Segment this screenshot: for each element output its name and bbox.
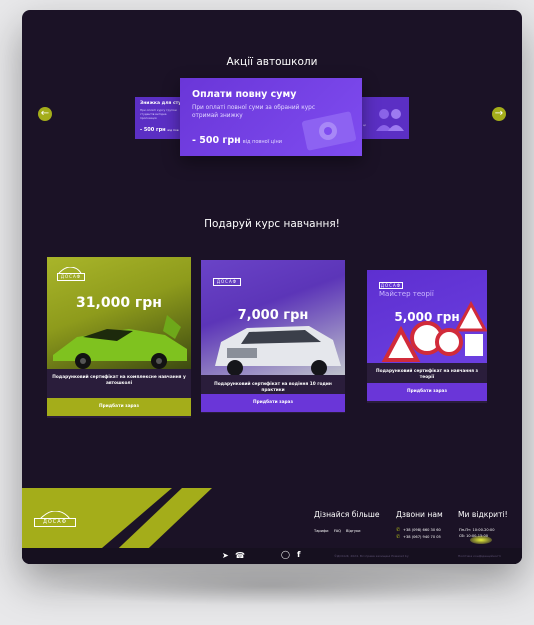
telegram-icon[interactable]: ➤ (222, 551, 229, 560)
footer-link-faq[interactable]: FAQ (334, 529, 341, 533)
gift-card-2-price: 7,000 грн (237, 308, 309, 323)
highlight-glow (470, 536, 492, 544)
viber-icon[interactable]: ☎ (235, 551, 245, 560)
phone-icon: ✆ (396, 527, 401, 533)
page-shadow (40, 566, 500, 606)
privacy-policy-link[interactable]: Політика конфіденційності (458, 554, 501, 558)
promo-main-price: - 500 грн (192, 135, 241, 146)
facebook-icon[interactable]: f (297, 550, 300, 559)
dosaaf-logo: ДОСАФ (213, 278, 241, 286)
users-icon (376, 109, 404, 131)
chevron-left-icon: ← (40, 108, 50, 119)
phone-1[interactable]: +38 (098) 660 30 60 (403, 528, 441, 532)
copyright-text: ©ДОСАФ, 2024. Всі права захищені Powered… (334, 554, 409, 558)
sports-car-image: ДОСАФ (47, 257, 191, 369)
gift-card-1[interactable]: ДОСАФ 31,000 грн Подарунковий сертифікат… (47, 257, 191, 418)
phone-icon: ✆ (396, 534, 401, 540)
promo-left-desc: При оплаті курсу групою студентів вигідн… (140, 108, 177, 120)
promo-left-title: Знижка для сту (140, 101, 182, 106)
car-logo-icon (58, 267, 82, 273)
open-hours-title: Ми відкриті! (458, 510, 508, 519)
footer-logo[interactable]: ДОСАФ (34, 518, 76, 527)
dosaaf-logo: ДОСАФ (57, 273, 85, 281)
footer-car-icon (39, 511, 71, 519)
prev-promo-button[interactable]: ← (38, 107, 52, 121)
gift-card-1-caption: Подарунковий сертифікат на комплексне на… (52, 375, 186, 386)
promo-right-desc: ці (363, 123, 366, 127)
next-promo-button[interactable]: → (492, 107, 506, 121)
instagram-icon[interactable]: ◯ (281, 550, 290, 559)
hours-weekdays: Пн-Пт: 10:00-20:00 (459, 528, 495, 532)
dosaaf-logo: ДОСАФ (379, 282, 403, 289)
gift-card-1-price: 31,000 грн (76, 295, 162, 311)
gift-card-3-overlay: Майстер теорії (379, 290, 434, 298)
gift-card-2-caption: Подарунковий сертифікат на водіння 10 го… (214, 382, 332, 393)
gift-card-1-buy-button[interactable]: Придбати зараз (47, 398, 191, 416)
footer-link-reviews[interactable]: Відгуки (346, 529, 360, 533)
money-icon (301, 111, 357, 151)
phone-2[interactable]: +38 (067) 940 70 05 (403, 535, 441, 539)
chevron-right-icon: → (494, 108, 504, 119)
gift-card-2-buy-button[interactable]: Придбати зараз (201, 394, 345, 412)
footer-bottom-bar: ➤ ☎ ◯ f ©ДОСАФ, 2024. Всі права захищені… (22, 548, 522, 564)
promo-card-right[interactable]: ці (360, 97, 409, 139)
learn-more-title: Дізнайся більше (314, 510, 380, 519)
promo-left-price-suffix: від пов (167, 128, 179, 132)
gift-card-3-buy-button[interactable]: Придбати зараз (367, 383, 487, 401)
promo-card-left[interactable]: Знижка для сту При оплаті курсу групою с… (135, 97, 183, 139)
promo-left-price: - 500 грн (140, 127, 166, 133)
gift-title: Подаруй курс навчання! (204, 218, 340, 230)
promos-title: Акції автошколи (226, 56, 318, 68)
lambo-illustration (53, 315, 187, 369)
promo-card-main[interactable]: Оплати повну суму При оплаті повної суми… (180, 78, 362, 156)
browser-frame: Акції автошколи ← → Знижка для сту При о… (22, 10, 522, 564)
promo-main-title: Оплати повну суму (192, 89, 297, 100)
promo-main-price-suffix: від повної ціни (242, 139, 282, 145)
gift-card-2[interactable]: ДОСАФ 7,000 грн Подарунковий сертифікат … (201, 260, 345, 413)
gift-card-3[interactable]: ДОСАФ Майстер теорії 5,000 грн Подарунко… (367, 270, 487, 403)
call-us-title: Дзвони нам (396, 510, 443, 519)
footer-link-tariffs[interactable]: Тарифи (314, 529, 328, 533)
gift-card-3-caption: Подарунковий сертифікат на навчання з те… (376, 369, 478, 380)
gift-card-3-price: 5,000 грн (394, 310, 460, 324)
